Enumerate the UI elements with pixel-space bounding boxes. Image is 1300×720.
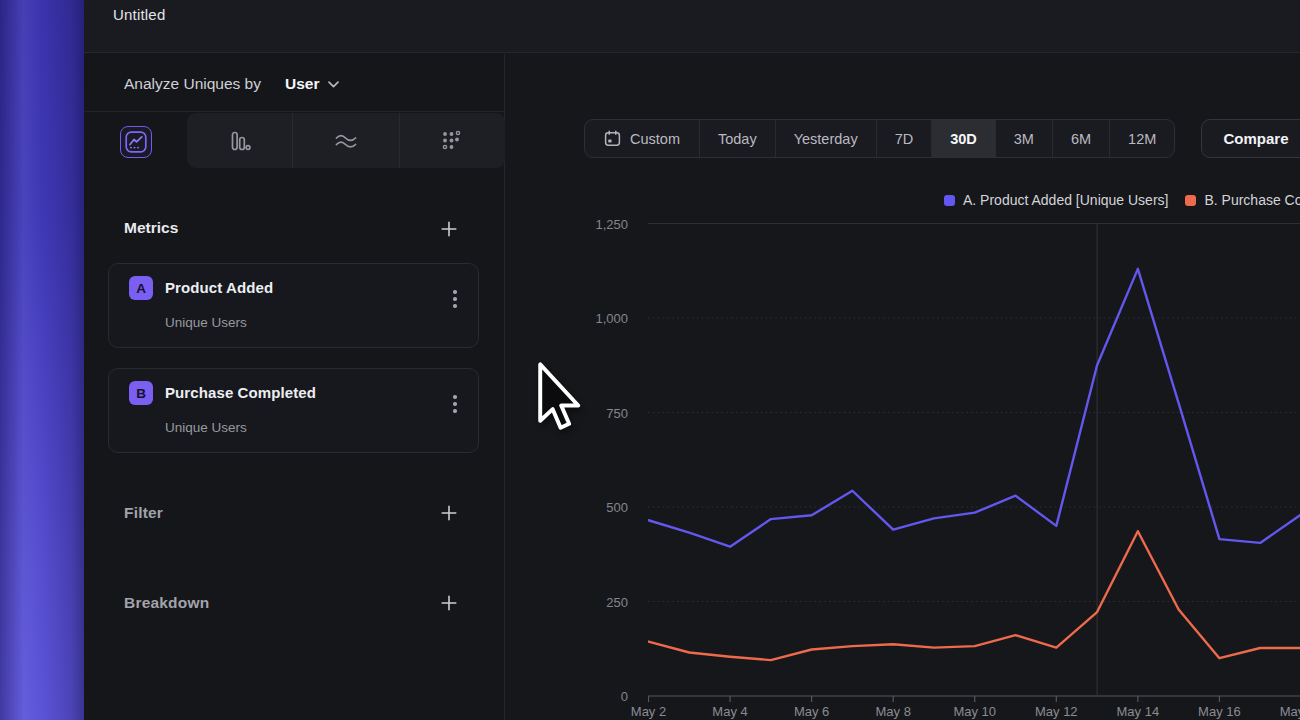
calendar-icon (604, 130, 621, 147)
analyze-by-label: Analyze Uniques by (124, 75, 261, 93)
analyze-header: Analyze Uniques by User (84, 54, 504, 112)
bar-chart-icon (228, 129, 252, 153)
tab-retention[interactable] (399, 113, 505, 168)
y-axis-label: 250 (558, 595, 628, 610)
y-axis-label: 1,250 (558, 217, 628, 232)
metric-badge: A (129, 276, 153, 300)
tab-insights-line[interactable] (120, 126, 152, 158)
analyze-by-dropdown[interactable]: User (285, 75, 339, 93)
mouse-cursor (536, 362, 584, 432)
x-axis-label: May 6 (777, 704, 847, 719)
chart-panel: CustomTodayYesterday7D30D3M6M12M Compare… (506, 54, 1300, 720)
add-breakdown-button[interactable] (440, 594, 458, 612)
x-axis-label: May 2 (614, 704, 684, 719)
x-axis-label: May 8 (858, 704, 928, 719)
flows-icon (333, 129, 359, 153)
y-axis-label: 500 (558, 500, 628, 515)
x-axis-label: May 4 (695, 704, 765, 719)
metric-measure[interactable]: Unique Users (165, 420, 247, 435)
range-today[interactable]: Today (699, 120, 775, 157)
add-metric-button[interactable] (440, 220, 458, 238)
line-chart-icon (125, 131, 147, 153)
x-axis-label: May 10 (940, 704, 1010, 719)
metric-name: Purchase Completed (165, 384, 316, 401)
metric-options-button[interactable] (446, 288, 464, 310)
series-line (649, 531, 1300, 660)
range-6m[interactable]: 6M (1052, 120, 1109, 157)
chart-legend: A. Product Added [Unique Users] B. Purcha… (944, 192, 1300, 208)
retention-grid-icon (440, 129, 464, 153)
metric-measure[interactable]: Unique Users (165, 315, 247, 330)
chevron-down-icon (328, 81, 339, 88)
y-axis-label: 0 (558, 689, 628, 704)
date-range-bar: CustomTodayYesterday7D30D3M6M12M (584, 119, 1175, 158)
range-custom[interactable]: Custom (585, 120, 699, 157)
range-30d[interactable]: 30D (931, 120, 995, 157)
tab-bar-chart[interactable] (187, 113, 292, 168)
chart-type-tab-group (187, 113, 505, 168)
sidebar: Analyze Uniques by User (84, 54, 505, 720)
range-7d[interactable]: 7D (876, 120, 932, 157)
line-chart (648, 223, 1300, 705)
legend-item[interactable]: A. Product Added [Unique Users] (944, 192, 1168, 208)
breakdown-section-label: Breakdown (124, 594, 209, 612)
compare-button[interactable]: Compare (1201, 119, 1300, 158)
metrics-section-label: Metrics (124, 219, 178, 237)
add-filter-button[interactable] (440, 504, 458, 522)
filter-section-label: Filter (124, 504, 163, 522)
x-axis-label: May 16 (1184, 704, 1254, 719)
chart-type-tabs (84, 113, 504, 170)
tab-flows[interactable] (292, 113, 398, 168)
x-axis-label: May 18 (1266, 704, 1300, 719)
y-axis-label: 1,000 (558, 311, 628, 326)
x-axis-label: May 12 (1021, 704, 1091, 719)
x-axis-label: May 14 (1103, 704, 1173, 719)
range-12m[interactable]: 12M (1109, 120, 1174, 157)
metric-badge: B (129, 381, 153, 405)
metric-name: Product Added (165, 279, 273, 296)
brand-gradient-strip (0, 0, 84, 720)
report-title[interactable]: Untitled (113, 6, 165, 23)
series-line (649, 269, 1300, 547)
legend-swatch (1185, 195, 1196, 206)
topbar: Untitled (84, 0, 1300, 53)
legend-swatch (944, 195, 955, 206)
metric-card-b[interactable]: B Purchase Completed Unique Users (108, 368, 479, 453)
range-yesterday[interactable]: Yesterday (775, 120, 876, 157)
metric-options-button[interactable] (446, 393, 464, 415)
metric-card-a[interactable]: A Product Added Unique Users (108, 263, 479, 348)
analyze-by-value: User (285, 75, 319, 93)
range-3m[interactable]: 3M (995, 120, 1052, 157)
legend-item[interactable]: B. Purchase Completed [Unique Users] (1185, 192, 1300, 208)
